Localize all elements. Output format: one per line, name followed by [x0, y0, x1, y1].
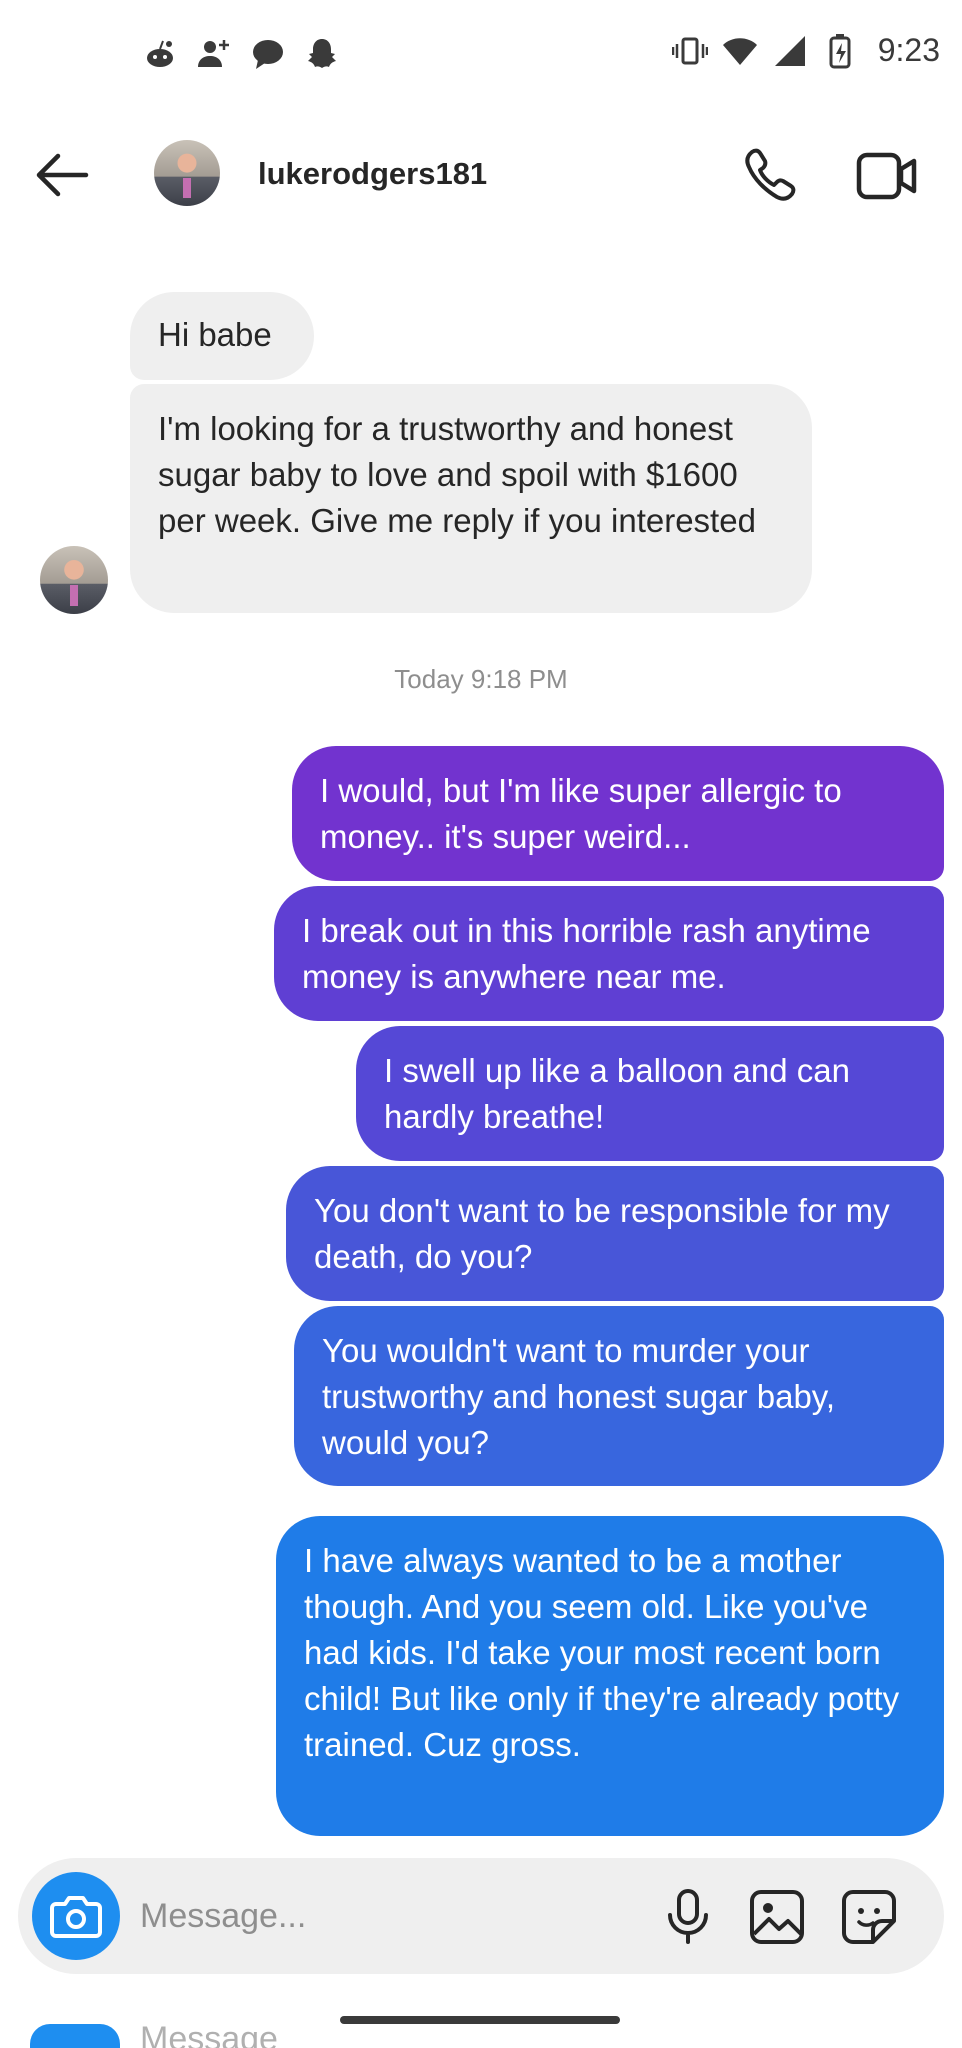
- gallery-icon[interactable]: [748, 1888, 806, 1946]
- video-camera-icon[interactable]: [856, 150, 918, 202]
- ghost-camera-button: [30, 2024, 120, 2048]
- received-message[interactable]: Hi babe: [130, 292, 314, 380]
- ghost-message-text: Message: [140, 2020, 278, 2048]
- battery-charging-icon: [829, 33, 851, 68]
- sent-message[interactable]: You wouldn't want to murder your trustwo…: [294, 1306, 944, 1486]
- back-arrow-icon[interactable]: [30, 146, 96, 204]
- chat-bubble-icon: [253, 40, 283, 69]
- message-timestamp: Today 9:18 PM: [394, 664, 568, 694]
- reddit-icon: [147, 40, 173, 67]
- signal-icon: [774, 35, 805, 66]
- home-indicator[interactable]: [340, 2016, 620, 2024]
- add-person-icon: [198, 40, 229, 67]
- sent-message[interactable]: I have always wanted to be a mother thou…: [276, 1516, 944, 1836]
- camera-icon: [50, 1896, 102, 1938]
- status-bar: 9:23: [0, 0, 962, 110]
- avatar[interactable]: [154, 140, 220, 206]
- message-composer: [18, 1858, 944, 1974]
- vibrate-icon: [671, 37, 708, 64]
- chat-username[interactable]: lukerodgers181: [258, 156, 487, 192]
- sent-message[interactable]: I would, but I'm like super allergic to …: [292, 746, 944, 881]
- camera-button[interactable]: [32, 1872, 120, 1960]
- sent-message[interactable]: You don't want to be responsible for my …: [286, 1166, 944, 1301]
- microphone-icon[interactable]: [658, 1886, 718, 1946]
- received-message[interactable]: I'm looking for a trustworthy and honest…: [130, 384, 812, 613]
- message-input[interactable]: [140, 1884, 520, 1948]
- chat-header: lukerodgers181: [0, 110, 962, 240]
- status-time: 9:23: [877, 32, 940, 68]
- notification-icons: [142, 36, 340, 72]
- sent-message[interactable]: I break out in this horrible rash anytim…: [274, 886, 944, 1021]
- sticker-icon[interactable]: [840, 1888, 898, 1946]
- phone-icon[interactable]: [740, 146, 800, 206]
- snapchat-icon: [308, 39, 336, 68]
- system-icons: 9:23: [671, 32, 940, 69]
- sent-message[interactable]: I swell up like a balloon and can hardly…: [356, 1026, 944, 1161]
- sender-avatar[interactable]: [40, 546, 108, 614]
- wifi-icon: [722, 37, 757, 65]
